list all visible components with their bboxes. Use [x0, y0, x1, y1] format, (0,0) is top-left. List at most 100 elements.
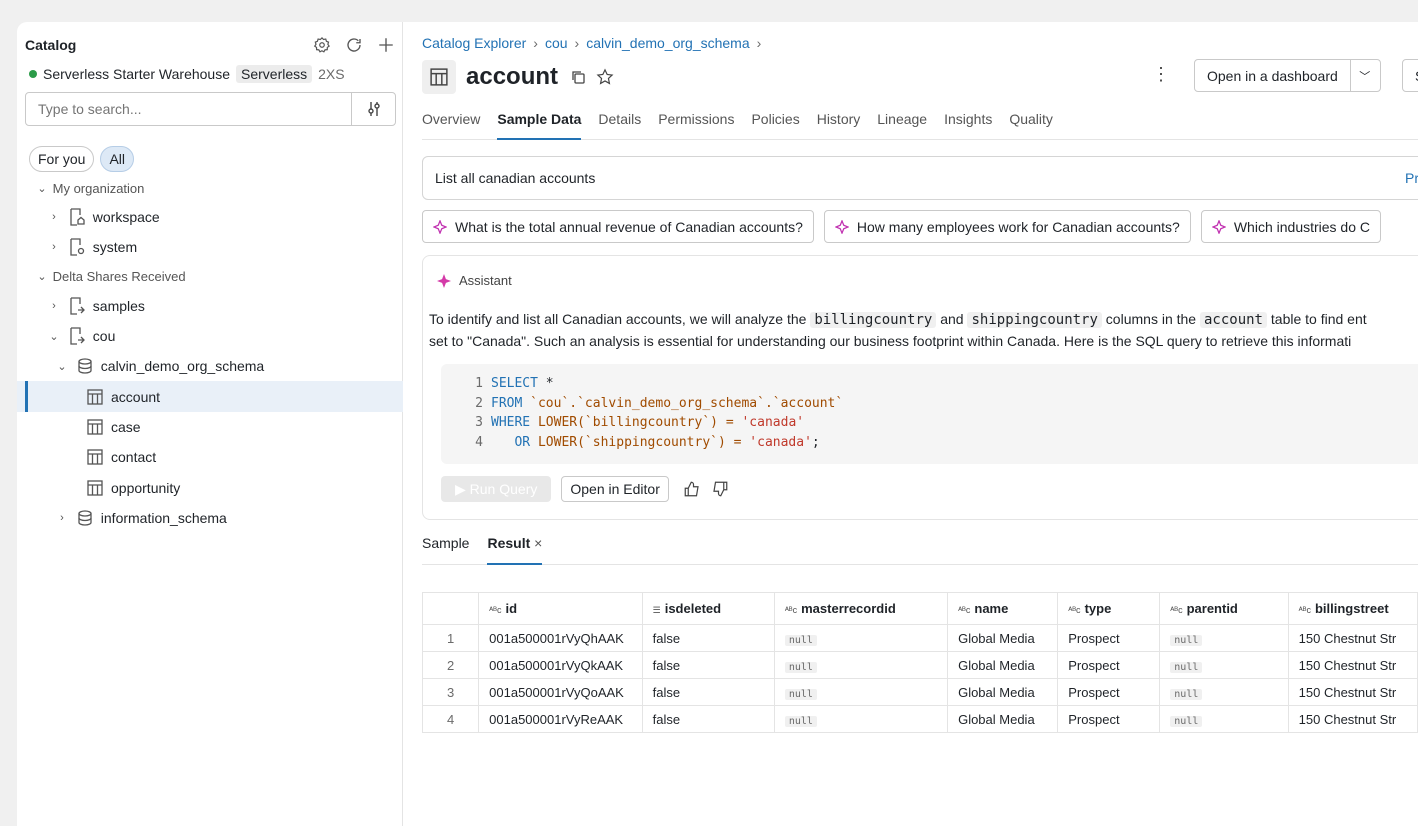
tab-overview[interactable]: Overview	[422, 110, 480, 140]
tab-permissions[interactable]: Permissions	[658, 110, 734, 140]
tab-insights[interactable]: Insights	[944, 110, 992, 140]
cell-billingstreet[interactable]: 150 Chestnut Str	[1287, 651, 1418, 679]
cell-parentid[interactable]: null	[1159, 678, 1289, 706]
warehouse-selector[interactable]: Serverless Starter Warehouse Serverless …	[29, 65, 345, 83]
tree-item-schema[interactable]: ⌄ calvin_demo_org_schema	[17, 351, 403, 381]
tab-policies[interactable]: Policies	[751, 110, 799, 140]
column-header-isdeleted[interactable]: ☰ isdeleted	[641, 592, 775, 625]
column-header-type[interactable]: ᴬᴮc type	[1057, 592, 1161, 625]
cell-masterrecordid[interactable]: null	[773, 624, 949, 652]
cell-billingstreet[interactable]: 150 Chestnut Str	[1287, 624, 1418, 652]
tab-quality[interactable]: Quality	[1009, 110, 1053, 140]
line-number: 1	[475, 376, 483, 391]
cell-masterrecordid[interactable]: null	[773, 705, 949, 733]
breadcrumb-schema[interactable]: calvin_demo_org_schema	[586, 35, 749, 51]
tree-item-samples[interactable]: › samples	[17, 291, 403, 321]
cell-name[interactable]: Global Media	[947, 651, 1059, 679]
tab-sample[interactable]: Sample	[422, 535, 469, 564]
main-panel: Catalog Explorer › cou › calvin_demo_org…	[404, 22, 1418, 826]
tree-group-my-org[interactable]: ⌄ My organization	[17, 174, 403, 202]
tree-item-system[interactable]: › system	[17, 232, 403, 262]
thumbs-up-icon[interactable]	[683, 480, 701, 498]
tree-group-delta-shares[interactable]: ⌄ Delta Shares Received	[17, 263, 403, 291]
suggestion-chip[interactable]: How many employees work for Canadian acc…	[823, 210, 1191, 243]
tree-item-workspace[interactable]: › workspace	[17, 202, 403, 232]
chevron-down-icon[interactable]: ﹀	[1351, 68, 1379, 84]
explanation-line: set to "Canada". Such an analysis is ess…	[429, 333, 1352, 349]
cell-isdeleted[interactable]: false	[641, 651, 775, 679]
cell-id[interactable]: 001a500001rVyQoAAK	[478, 678, 643, 706]
tree-item-cou[interactable]: ⌄ cou	[17, 321, 403, 351]
open-in-editor-button[interactable]: Open in Editor	[561, 476, 669, 502]
cell-masterrecordid[interactable]: null	[773, 651, 949, 679]
close-icon[interactable]: ×	[534, 535, 542, 551]
ask-prompt-input[interactable]: List all canadian accounts Pr	[422, 156, 1418, 200]
tab-lineage[interactable]: Lineage	[877, 110, 927, 140]
row-number: 4	[421, 705, 480, 733]
prompt-text: List all canadian accounts	[435, 170, 596, 186]
suggestion-label: How many employees work for Canadian acc…	[856, 218, 1180, 235]
tree-item-label: workspace	[92, 209, 160, 226]
chevron-right-icon: ›	[52, 299, 56, 312]
run-query-button[interactable]: ▶ Run Query	[441, 476, 552, 502]
cell-isdeleted[interactable]: false	[641, 705, 775, 733]
star-icon[interactable]	[596, 68, 614, 86]
cell-id[interactable]: 001a500001rVyQkAAK	[478, 651, 643, 679]
thumbs-down-icon[interactable]	[711, 480, 729, 498]
filter-all[interactable]: All	[100, 146, 135, 172]
column-header-id[interactable]: ᴬᴮc id	[478, 592, 643, 625]
cell-billingstreet[interactable]: 150 Chestnut Str	[1287, 678, 1418, 706]
suggestion-chip[interactable]: Which industries do C	[1200, 210, 1382, 243]
cell-type[interactable]: Prospect	[1057, 651, 1161, 679]
filter-for-you[interactable]: For you	[29, 146, 95, 172]
inline-code: account	[1199, 312, 1267, 328]
cell-type[interactable]: Prospect	[1057, 678, 1161, 706]
tree-item-case[interactable]: case	[17, 412, 403, 442]
gear-icon[interactable]	[311, 34, 333, 56]
cell-id[interactable]: 001a500001rVyQhAAK	[478, 624, 643, 652]
cell-type[interactable]: Prospect	[1057, 705, 1161, 733]
tab-history[interactable]: History	[817, 110, 861, 140]
column-header-parentid[interactable]: ᴬᴮc parentid	[1159, 592, 1289, 625]
cell-isdeleted[interactable]: false	[641, 624, 775, 652]
header-action-button[interactable]: S	[1402, 59, 1418, 92]
tab-details[interactable]: Details	[598, 110, 641, 140]
open-dashboard-button[interactable]: Open in a dashboard ﹀	[1194, 59, 1381, 92]
column-header-billingstreet[interactable]: ᴬᴮc billingstreet	[1287, 592, 1418, 625]
filter-icon[interactable]	[351, 93, 395, 125]
plus-icon[interactable]	[375, 34, 397, 56]
suggestion-row: What is the total annual revenue of Cana…	[422, 210, 1382, 243]
cell-id[interactable]: 001a500001rVyReAAK	[478, 705, 643, 733]
cell-type[interactable]: Prospect	[1057, 624, 1161, 652]
cell-parentid[interactable]: null	[1159, 624, 1289, 652]
prompt-right-text[interactable]: Pr	[1405, 170, 1418, 186]
tab-sample-data[interactable]: Sample Data	[497, 110, 582, 140]
cell-parentid[interactable]: null	[1159, 705, 1289, 733]
search-input[interactable]	[26, 93, 351, 125]
cell-masterrecordid[interactable]: null	[773, 678, 949, 706]
breadcrumb-separator: ›	[756, 35, 762, 51]
cell-name[interactable]: Global Media	[947, 624, 1059, 652]
refresh-icon[interactable]	[343, 34, 365, 56]
cell-name[interactable]: Global Media	[947, 678, 1059, 706]
null-badge: null	[784, 688, 817, 700]
copy-icon[interactable]	[570, 69, 586, 85]
tab-result[interactable]: Result ×	[487, 535, 543, 565]
sidebar-actions	[311, 34, 397, 56]
null-badge: null	[784, 661, 817, 673]
cell-billingstreet[interactable]: 150 Chestnut Str	[1287, 705, 1418, 733]
column-header-masterrecordid[interactable]: ᴬᴮc masterrecordid	[773, 592, 949, 625]
suggestion-chip[interactable]: What is the total annual revenue of Cana…	[422, 210, 814, 243]
tree-item-account[interactable]: account	[17, 381, 403, 413]
tree-item-contact[interactable]: contact	[17, 442, 403, 472]
more-options-icon[interactable]: ⋮	[1152, 64, 1170, 85]
tree-item-opportunity[interactable]: opportunity	[17, 472, 403, 502]
assistant-actions: ▶ Run Query Open in Editor	[441, 476, 729, 502]
cell-isdeleted[interactable]: false	[641, 678, 775, 706]
column-header-name[interactable]: ᴬᴮc name	[947, 592, 1059, 625]
cell-name[interactable]: Global Media	[947, 705, 1059, 733]
tree-item-information-schema[interactable]: › information_schema	[17, 503, 403, 533]
breadcrumb-catalog-explorer[interactable]: Catalog Explorer	[422, 35, 526, 51]
cell-parentid[interactable]: null	[1159, 651, 1289, 679]
breadcrumb-cou[interactable]: cou	[545, 35, 568, 51]
